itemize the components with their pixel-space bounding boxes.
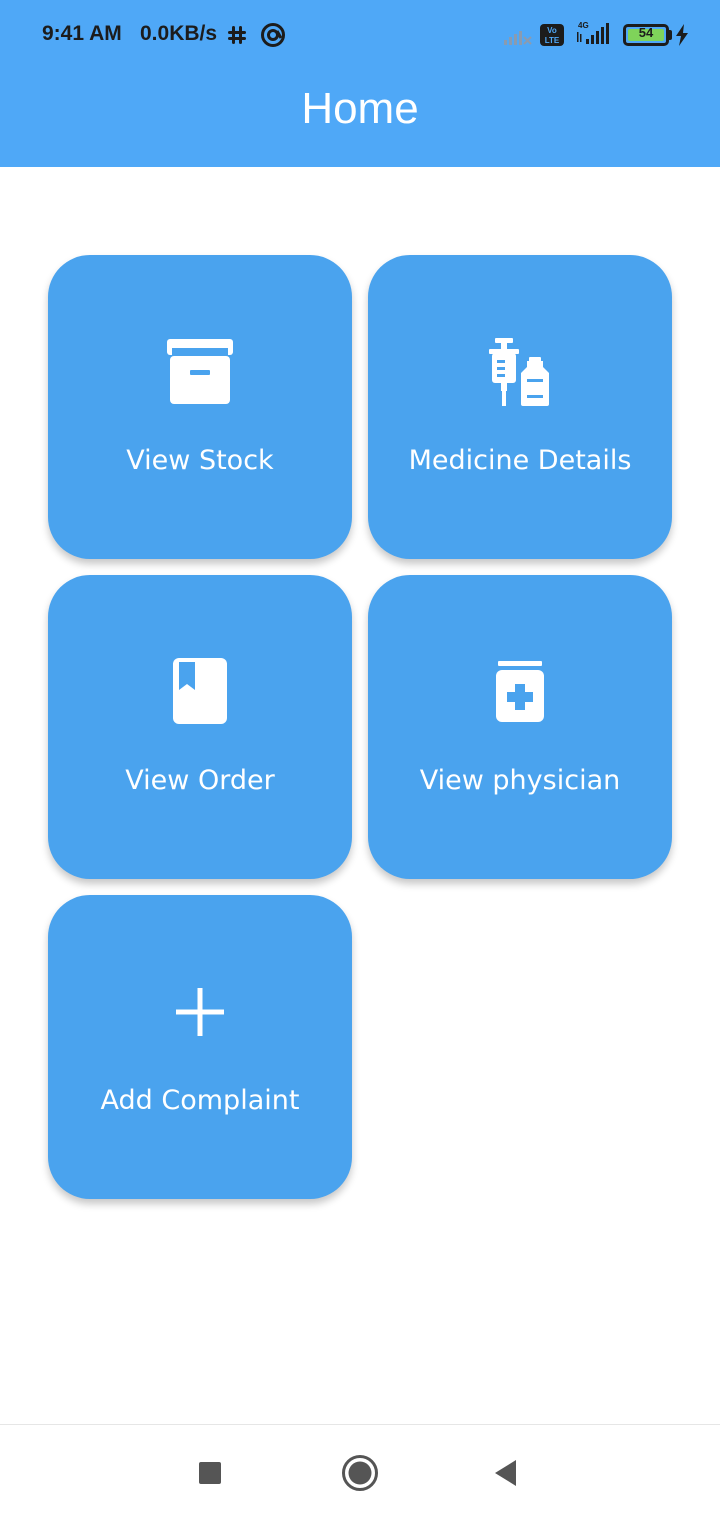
square-icon	[199, 1462, 221, 1484]
circle-at-icon	[260, 22, 286, 53]
tile-label: View physician	[419, 765, 621, 796]
view-stock-tile[interactable]: View Stock	[48, 255, 352, 559]
syringe-vial-icon	[368, 337, 672, 407]
medicine-jar-icon	[368, 660, 672, 722]
tile-label: Medicine Details	[408, 445, 632, 476]
system-nav-bar	[0, 1424, 720, 1520]
view-order-tile[interactable]: View Order	[48, 575, 352, 879]
bookmark-book-icon	[48, 657, 352, 725]
battery-level: 54	[638, 25, 654, 40]
charging-icon	[675, 24, 689, 51]
tile-label: View Order	[125, 765, 275, 796]
volte-icon: Vo LTE	[540, 24, 564, 51]
plus-icon	[48, 987, 352, 1037]
recents-button[interactable]	[194, 1457, 226, 1489]
add-complaint-tile[interactable]: Add Complaint	[48, 895, 352, 1199]
svg-text:4G: 4G	[578, 21, 589, 30]
tile-label: Add Complaint	[100, 1085, 300, 1116]
network-speed: 0.0KB/s	[140, 22, 218, 45]
home-button[interactable]	[340, 1453, 380, 1493]
app-bar: 9:41 AM 0.0KB/s Vo LTE 4G 54 Home	[0, 0, 720, 167]
circle-icon	[342, 1455, 378, 1491]
back-triangle-icon	[495, 1460, 516, 1486]
view-physician-tile[interactable]: View physician	[368, 575, 672, 879]
svg-text:LTE: LTE	[545, 36, 560, 45]
slack-icon	[225, 24, 249, 51]
battery-icon: 54	[623, 24, 669, 46]
status-time: 9:41 AM	[42, 22, 122, 45]
archive-box-icon	[48, 337, 352, 405]
svg-text:Vo: Vo	[547, 26, 557, 35]
tile-label: View Stock	[126, 445, 274, 476]
signal-4g-icon: 4G	[574, 20, 614, 51]
medicine-details-tile[interactable]: Medicine Details	[368, 255, 672, 559]
page-title: Home	[301, 84, 419, 133]
signal-empty-icon	[504, 26, 532, 51]
back-button[interactable]	[490, 1457, 522, 1489]
status-bar: 9:41 AM 0.0KB/s Vo LTE 4G 54	[0, 0, 720, 70]
